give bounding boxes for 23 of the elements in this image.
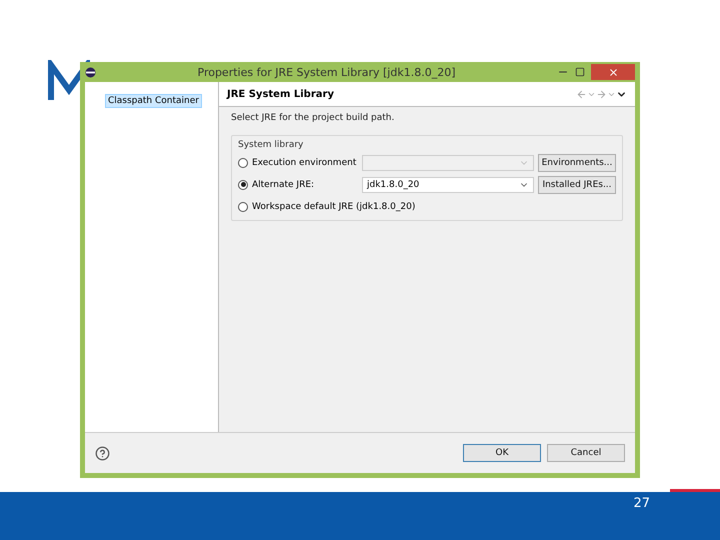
maximize-icon[interactable] (575, 67, 585, 77)
group-title: System library (238, 140, 304, 150)
radio-button[interactable] (238, 158, 248, 168)
tree-item[interactable]: Classpath Container (105, 94, 202, 108)
page-number: 27 (633, 496, 650, 511)
dialog-button[interactable]: Cancel (547, 444, 625, 462)
page-title: JRE System Library (227, 88, 335, 100)
radio-button[interactable] (238, 180, 248, 190)
jre-dropdown[interactable]: jdk1.8.0_20 (362, 176, 534, 192)
close-icon (608, 66, 618, 78)
options-button[interactable]: Installed JREs... (538, 176, 616, 194)
radio-label: Workspace default JRE (jdk1.8.0_20) (252, 202, 416, 212)
options-button[interactable]: Environments... (538, 154, 616, 172)
radio-button[interactable] (238, 202, 248, 212)
radio-label: Execution environment (252, 158, 358, 168)
window-title: Properties for JRE System Library [jdk1.8.0_20] (196, 66, 456, 78)
radio-label: Alternate JRE: (252, 180, 316, 190)
app-icon (85, 66, 96, 78)
dialog-button[interactable]: OK (463, 444, 541, 462)
close-button[interactable] (591, 64, 635, 80)
help-icon[interactable] (95, 446, 110, 460)
accent-line (670, 489, 720, 492)
page-description: Select JRE for the project build path. (231, 113, 396, 123)
